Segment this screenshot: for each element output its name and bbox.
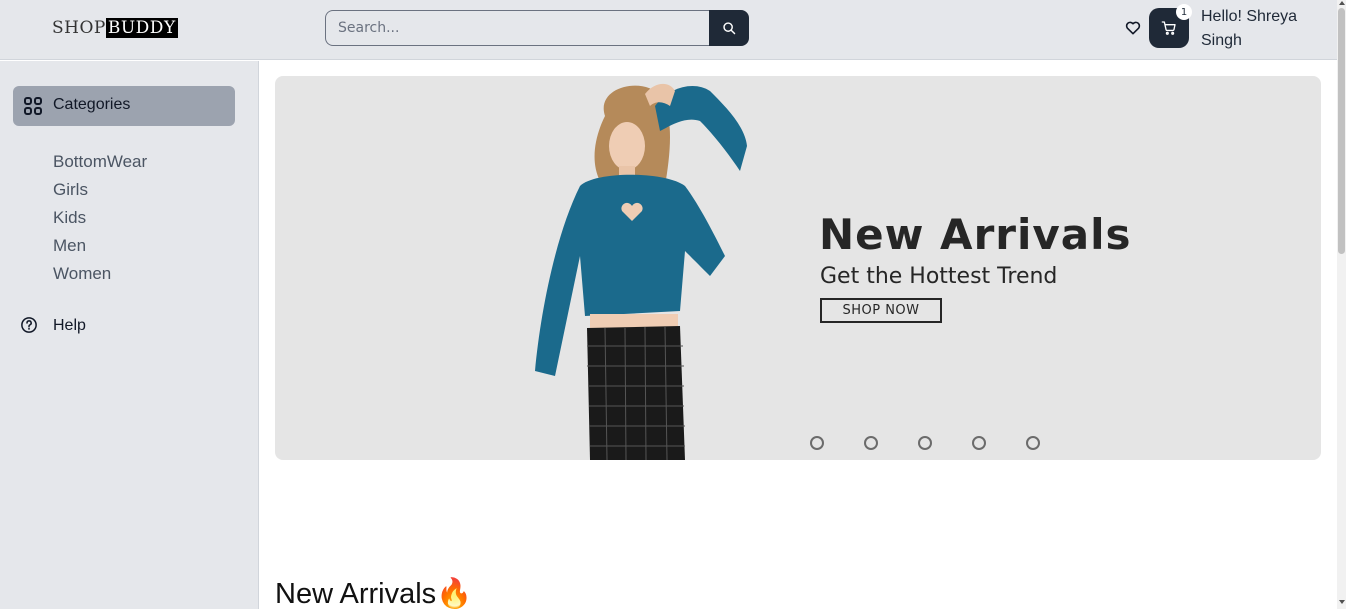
category-item-girls[interactable]: Girls	[53, 176, 147, 204]
carousel-dot[interactable]	[1026, 436, 1040, 450]
category-item-men[interactable]: Men	[53, 232, 147, 260]
carousel-dot[interactable]	[810, 436, 824, 450]
hero-banner-carousel[interactable]: New Arrivals Get the Hottest Trend SHOP …	[275, 76, 1321, 460]
user-greeting[interactable]: Hello! Shreya Singh	[1201, 5, 1321, 53]
search-button[interactable]	[709, 10, 749, 46]
scroll-down-arrow[interactable]	[1339, 600, 1345, 604]
category-list: BottomWear Girls Kids Men Women	[53, 148, 147, 288]
banner-title: New Arrivals	[819, 210, 1132, 259]
heart-icon	[1125, 21, 1141, 35]
page-scrollbar[interactable]	[1337, 0, 1346, 609]
sidebar: Categories BottomWear Girls Kids Men Wom…	[0, 61, 259, 609]
wishlist-button[interactable]	[1125, 20, 1141, 36]
search-bar	[325, 10, 749, 46]
search-input[interactable]	[325, 10, 710, 46]
search-icon	[723, 22, 736, 35]
model-image	[535, 83, 747, 460]
categories-button[interactable]: Categories	[13, 86, 235, 126]
shop-now-button[interactable]: SHOP NOW	[820, 298, 942, 323]
shop-buddy-logo[interactable]: SHOP BUDDY	[52, 18, 178, 38]
logo-text-shop: SHOP	[52, 18, 106, 38]
carousel-dot[interactable]	[918, 436, 932, 450]
scroll-up-arrow[interactable]	[1339, 1, 1345, 5]
scroll-thumb[interactable]	[1338, 8, 1345, 254]
help-icon	[21, 317, 37, 333]
carousel-dot[interactable]	[972, 436, 986, 450]
top-header: SHOPBUDDY 1 Hello! Shreya Singh	[0, 0, 1337, 60]
carousel-dot[interactable]	[864, 436, 878, 450]
categories-label: Categories	[53, 96, 131, 113]
help-label: Help	[53, 317, 86, 334]
category-item-women[interactable]: Women	[53, 260, 147, 288]
cart-icon	[1161, 21, 1176, 35]
grid-icon	[24, 97, 42, 115]
cart-count-badge: 1	[1176, 4, 1192, 20]
logo-text-buddy: BUDDY	[105, 18, 178, 38]
section-title-new-arrivals: New Arrivals🔥	[275, 578, 473, 609]
banner-subtitle: Get the Hottest Trend	[820, 264, 1058, 289]
category-item-bottomwear[interactable]: BottomWear	[53, 148, 147, 176]
help-link[interactable]: Help	[20, 316, 86, 334]
carousel-indicators	[810, 436, 1040, 450]
category-item-kids[interactable]: Kids	[53, 204, 147, 232]
